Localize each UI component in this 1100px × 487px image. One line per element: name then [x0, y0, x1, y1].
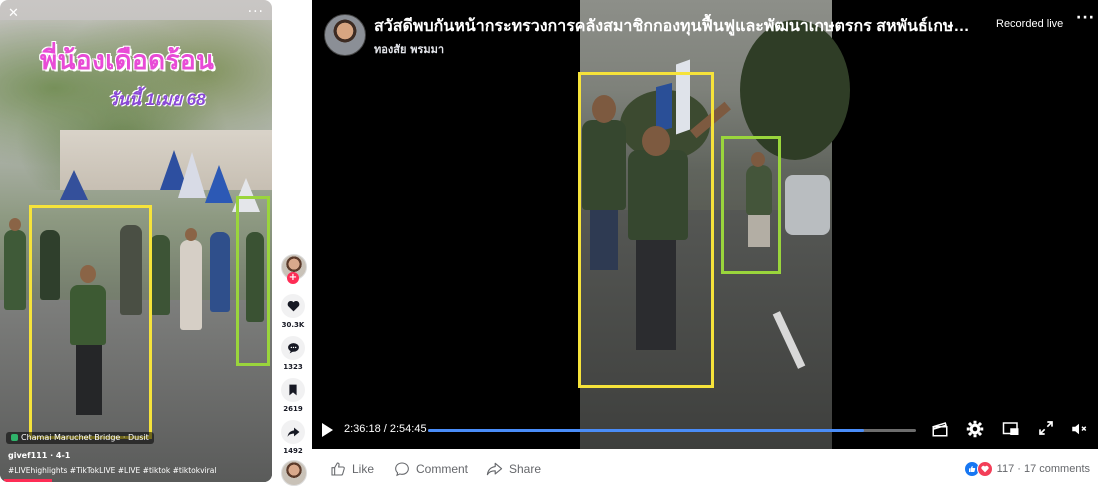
username[interactable]: givef111 · 4-1 — [8, 451, 70, 460]
reactions-summary[interactable]: 117 · 17 comments — [963, 461, 1090, 477]
comment-count: 1323 — [283, 363, 303, 371]
clapper-icon[interactable] — [931, 420, 951, 440]
share-count: 1492 — [283, 447, 303, 455]
seek-progress — [428, 429, 865, 432]
overlay-date: วันนี้ 1เมย 68 — [108, 90, 206, 109]
heart-icon — [287, 300, 299, 312]
share-arrow-icon — [287, 427, 299, 437]
like-button[interactable] — [281, 294, 305, 318]
music-disc-avatar[interactable] — [281, 460, 307, 486]
location-text: Chamai Maruchet Bridge · Dusit — [21, 433, 149, 442]
facebook-action-bar: Like Comment Share 117 · 17 comments — [312, 452, 1098, 487]
author-name[interactable]: ทองสัย พรมมา — [374, 40, 444, 58]
facebook-video-player[interactable]: สวัสดีพบกันหน้ากระทรวงการคลังสมาชิกกองทุ… — [312, 0, 1098, 449]
time-display: 2:36:18 / 2:54:45 — [344, 423, 427, 435]
highlight-box-yellow — [29, 205, 152, 439]
author-avatar[interactable] — [324, 14, 366, 56]
marcher — [180, 240, 202, 330]
tiktok-action-rail: + 30.3K 1323 2619 1492 — [278, 0, 308, 487]
marcher-head — [9, 218, 21, 231]
comment-label: Comment — [416, 462, 469, 476]
player-controls: 2:36:18 / 2:54:45 — [312, 414, 1098, 446]
fullscreen-icon[interactable] — [1038, 420, 1058, 440]
highlight-box-green — [236, 196, 270, 366]
comment-bubble-icon — [287, 343, 299, 354]
location-tag[interactable]: Chamai Maruchet Bridge · Dusit — [6, 432, 154, 444]
marcher — [4, 230, 26, 310]
seek-bar[interactable] — [428, 429, 916, 432]
play-icon[interactable] — [322, 423, 333, 437]
pip-icon[interactable] — [1002, 420, 1022, 440]
bookmark-icon — [289, 384, 297, 396]
save-count: 2619 — [283, 405, 303, 413]
video-title: สวัสดีพบกันหน้ากระทรวงการคลังสมาชิกกองทุ… — [374, 18, 974, 35]
parked-car — [785, 175, 830, 235]
recorded-live-label: Recorded live — [996, 18, 1064, 30]
close-icon[interactable]: ✕ — [8, 6, 19, 21]
tiktok-video-panel[interactable]: พี่น้องเดือดร้อน วันนี้ 1เมย 68 ✕ ··· Ch… — [0, 0, 272, 482]
more-icon[interactable]: ··· — [248, 4, 264, 20]
highlight-box-yellow — [578, 72, 714, 388]
marcher-head — [185, 228, 197, 241]
like-count: 30.3K — [281, 321, 305, 329]
gear-icon[interactable] — [966, 420, 986, 440]
like-button[interactable]: Like — [330, 461, 374, 477]
reactions-count: 117 · 17 comments — [996, 463, 1090, 475]
marcher — [150, 235, 170, 315]
mute-icon[interactable] — [1070, 420, 1090, 440]
marcher — [210, 232, 230, 312]
comment-icon — [395, 462, 409, 477]
flag — [178, 152, 206, 198]
location-pin-icon — [11, 434, 18, 441]
highlight-box-green — [721, 136, 781, 274]
flag — [60, 170, 88, 200]
like-label: Like — [352, 462, 375, 476]
video-progress — [4, 479, 52, 482]
overlay-title: พี่น้องเดือดร้อน — [40, 45, 215, 75]
share-button[interactable] — [281, 420, 305, 444]
comment-button[interactable] — [281, 336, 305, 360]
share-label: Share — [509, 462, 542, 476]
follow-plus-icon[interactable]: + — [287, 272, 299, 284]
hashtags[interactable]: #LIVEhighlights #TikTokLIVE #LIVE #tikto… — [8, 466, 216, 475]
bookmark-button[interactable] — [281, 378, 305, 402]
comment-button[interactable]: Comment — [394, 461, 468, 477]
share-button[interactable]: Share — [486, 461, 541, 477]
share-icon — [486, 462, 503, 476]
flag — [205, 165, 233, 203]
more-options-icon[interactable]: ··· — [1076, 10, 1095, 26]
like-thumb-icon — [331, 462, 345, 476]
love-reaction-icon — [976, 461, 993, 477]
